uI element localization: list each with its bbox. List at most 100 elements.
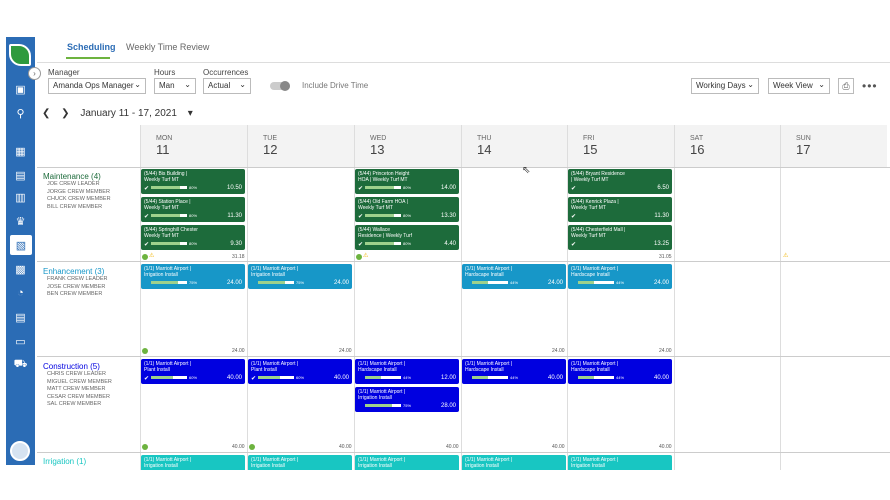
progress-percent: 80% [403, 241, 412, 246]
progress-bar [151, 376, 187, 379]
progress-fill [258, 281, 285, 284]
drive-time-label: Include Drive Time [302, 81, 369, 90]
job-card[interactable]: (1/1) Marriott Airport | Irrigation Insta… [141, 264, 245, 289]
job-card[interactable]: (5/44) Chesterfield Mall | Weekly Turf MT… [568, 225, 672, 250]
job-card[interactable]: (1/1) Marriott Airport | Irrigation Insta… [462, 455, 566, 470]
job-card[interactable]: (5/44) Old Farm HOA | Weekly Turf MT 80% 13… [355, 197, 459, 222]
job-card[interactable]: (5/44) Wallace Residence | Weekly Turf 80%… [355, 225, 459, 250]
status-icon [356, 254, 362, 260]
day-date: 15 [583, 142, 598, 157]
search-icon[interactable]: ⚲ [6, 103, 35, 123]
job-card[interactable]: (5/44) Kenrick Plaza | Weekly Turf MT 11.3… [568, 197, 672, 222]
job-card[interactable]: (5/44) Bis Building | Weekly Turf MT 80% 10… [141, 169, 245, 194]
drive-time-toggle[interactable] [270, 81, 290, 91]
crew-member: FRANK CREW LEADER [47, 276, 108, 282]
schedule-icon[interactable]: ▧ [10, 235, 32, 255]
job-service: Hardscape Install [571, 367, 610, 373]
group-construction: Construction (5) CHRIS CREW LEADER MIGUE… [43, 362, 112, 409]
date-range[interactable]: January 11 - 17, 2021 [80, 108, 177, 119]
progress-bar [578, 376, 614, 379]
manager-select[interactable]: Amanda Ops Manager ⌄ [48, 78, 146, 94]
job-card[interactable]: (1/1) Marriott Airport | Hardscape Instal… [568, 359, 672, 384]
group-enhancement: Enhancement (3) FRANK CREW LEADER JOSE C… [43, 267, 108, 299]
truck-icon[interactable]: ⛟ [6, 355, 35, 375]
job-card[interactable]: (5/44) Springhill Chester Weekly Turf MT 8… [141, 225, 245, 250]
more-options-icon[interactable]: ••• [862, 79, 878, 93]
archive-icon[interactable]: ▭ [6, 331, 35, 351]
next-week-icon[interactable]: ❯ [61, 108, 69, 119]
user-avatar[interactable] [10, 441, 30, 461]
group-name[interactable]: Enhancement (3) [43, 267, 108, 276]
job-card[interactable]: (5/44) Bryant Residence | Weekly Turf MT 6… [568, 169, 672, 194]
date-range-dropdown-icon[interactable]: ▾ [188, 108, 193, 119]
job-card[interactable]: (5/44) Station Place | Weekly Turf MT 80% 1… [141, 197, 245, 222]
job-card[interactable]: (1/1) Marriott Airport | Irrigation Insta… [248, 264, 352, 289]
job-card[interactable]: (1/1) Marriott Airport | Irrigation Insta… [355, 387, 459, 412]
job-card[interactable]: (1/1) Marriott Airport | Plant Install 60%… [141, 359, 245, 384]
job-card[interactable]: (1/1) Marriott Airport | Hardscape Instal… [355, 359, 459, 384]
tab-scheduling[interactable]: Scheduling [67, 42, 116, 52]
clipboard-icon[interactable]: ▩ [6, 259, 35, 279]
day-date: 12 [263, 142, 278, 157]
occurrences-value: Actual [208, 81, 231, 90]
occurrences-select[interactable]: Actual ⌄ [203, 78, 251, 94]
progress-fill [365, 186, 394, 189]
working-days-select[interactable]: Working Days ⌄ [691, 78, 759, 94]
reports-icon[interactable]: ▤ [6, 307, 35, 327]
job-card[interactable]: (5/44) Princeton Height HOA | Weekly Turf… [355, 169, 459, 194]
job-service: HOA | Weekly Turf MT [358, 177, 408, 183]
job-card[interactable]: (1/1) Marriott Airport | Irrigation Insta… [141, 455, 245, 470]
check-icon: ✔ [571, 242, 577, 248]
app-logo[interactable] [9, 44, 31, 66]
job-hours: 40.00 [226, 375, 242, 381]
tab-weekly-time-review[interactable]: Weekly Time Review [126, 42, 209, 52]
group-maintenance: Maintenance (4) JOE CREW LEADER JORGE CR… [43, 172, 111, 211]
progress-fill [151, 281, 178, 284]
job-card[interactable]: (1/1) Marriott Airport | Irrigation Insta… [568, 455, 672, 470]
progress-percent: 80% [403, 213, 412, 218]
check-icon: ✔ [358, 242, 364, 248]
day-date: 16 [690, 142, 705, 157]
group-name[interactable]: Maintenance (4) [43, 172, 111, 181]
status-icon [142, 254, 148, 260]
crew-member: CESAR CREW MEMBER [47, 393, 110, 400]
print-icon[interactable]: ⎙ [838, 78, 854, 94]
status-icon [249, 444, 255, 450]
inbox-icon[interactable]: ▣ [6, 79, 35, 99]
prev-week-icon[interactable]: ❮ [42, 108, 50, 119]
job-service: Irrigation Install [571, 463, 605, 469]
progress-percent: 80% [403, 185, 412, 190]
calendar-icon[interactable]: ▦ [6, 141, 35, 161]
job-card[interactable]: (1/1) Marriott Airport | Irrigation Insta… [248, 455, 352, 470]
contacts-icon[interactable]: ▤ [6, 165, 35, 185]
job-service: Weekly Turf MT [144, 233, 179, 239]
day-name: WED [370, 135, 387, 142]
row-divider [37, 167, 890, 168]
progress-fill [365, 376, 381, 379]
trophy-icon[interactable]: ♛ [6, 211, 35, 231]
pie-chart-icon[interactable]: ◔ [6, 283, 35, 303]
crew-member: MIGUEL CREW MEMBER [47, 378, 112, 385]
check-icon: ✔ [358, 186, 364, 192]
job-hours: 6.50 [657, 185, 669, 191]
check-icon: ✔ [251, 376, 257, 382]
progress-fill [472, 376, 488, 379]
progress-bar [472, 281, 508, 284]
chevron-down-icon: ⌄ [184, 80, 191, 89]
buildings-icon[interactable]: ▥ [6, 187, 35, 207]
collapse-sidebar-icon[interactable]: › [28, 67, 41, 80]
hours-select[interactable]: Man ⌄ [154, 78, 196, 94]
chevron-down-icon: ⌄ [134, 80, 141, 89]
group-name[interactable]: Irrigation (1) [43, 457, 86, 466]
status-icon [142, 444, 148, 450]
progress-percent: 80% [189, 241, 198, 246]
job-card[interactable]: (1/1) Marriott Airport | Hardscape Instal… [462, 359, 566, 384]
group-name[interactable]: Construction (5) [43, 362, 112, 371]
job-card[interactable]: (1/1) Marriott Airport | Irrigation Insta… [355, 455, 459, 470]
progress-bar [151, 214, 187, 217]
job-card[interactable]: (1/1) Marriott Airport | Hardscape Instal… [462, 264, 566, 289]
hours-label: Hours [154, 68, 176, 77]
view-select[interactable]: Week View ⌄ [768, 78, 830, 94]
job-card[interactable]: (1/1) Marriott Airport | Hardscape Instal… [568, 264, 672, 289]
job-card[interactable]: (1/1) Marriott Airport | Plant Install 60%… [248, 359, 352, 384]
